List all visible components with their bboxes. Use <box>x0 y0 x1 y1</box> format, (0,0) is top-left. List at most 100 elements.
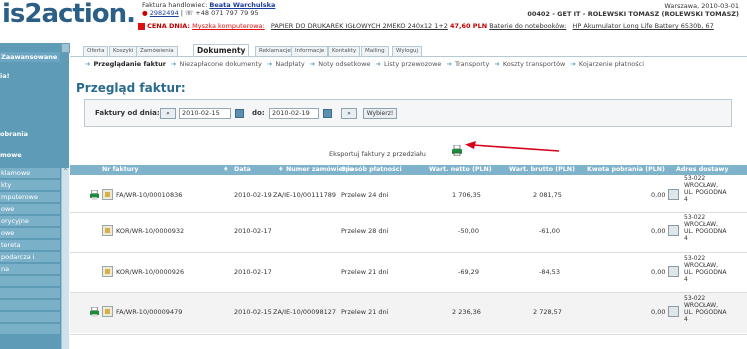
next-date-button[interactable]: » <box>341 108 357 119</box>
sidebar-item[interactable]: owe <box>0 204 60 214</box>
document-icon[interactable] <box>102 189 113 200</box>
tab-informacje[interactable]: Informacje <box>291 46 329 56</box>
seller-name-link[interactable]: Beata Warchulska <box>209 1 275 9</box>
export-label[interactable]: Eksportuj faktury z przedziału <box>329 150 426 158</box>
sidebar-advanced-link[interactable]: Zaawansowane « <box>0 52 60 62</box>
sidebar-blank <box>0 324 60 334</box>
col-data[interactable]: Data <box>234 165 251 175</box>
subnav-nadplaty[interactable]: Nadpłaty <box>275 60 304 68</box>
tab-kontakty[interactable]: Kontakty <box>328 46 361 56</box>
invoice-number[interactable]: FA/WR-10/00009479 <box>116 308 182 316</box>
promo-subject-link[interactable]: Myszka komputerowa: <box>192 22 265 30</box>
order-number: ZA/IE-10/00098127 <box>273 308 337 316</box>
cod-amount: 0,00 <box>651 191 666 199</box>
sidebar-item[interactable]: owe <box>0 228 60 238</box>
delivery-address: 53-022 WROCŁAW, UL. POGODNA 4 <box>684 214 727 242</box>
subnav-noty[interactable]: Noty odsetkowe <box>318 60 370 68</box>
address-icon[interactable] <box>668 306 679 317</box>
sidebar-item[interactable]: mputerowe <box>0 192 60 202</box>
sidebar-scrollbar[interactable]: ^ <box>61 168 69 349</box>
col-pobranie[interactable]: Kwota pobrania (PLN) <box>587 165 665 175</box>
net-value: -50,00 <box>458 227 479 235</box>
delivery-address: 53-022 WROCŁAW, UL. POGODNA 4 <box>684 295 727 323</box>
gross-value: -84,53 <box>539 268 560 276</box>
sidebar-item[interactable]: na <box>0 264 60 274</box>
promo-icon <box>138 22 145 30</box>
sidebar-item[interactable]: orycyjne <box>0 216 60 226</box>
printer-icon[interactable] <box>90 307 99 317</box>
subnav-transporty[interactable]: Transporty <box>455 60 489 68</box>
printer-icon[interactable] <box>452 145 462 156</box>
hp-battery-link[interactable]: HP Akumulator Long Life Battery 6530b, 6… <box>573 22 714 30</box>
date-to-input[interactable]: 2010-02-19 <box>269 108 319 119</box>
fax-icon: ☏ <box>185 9 194 17</box>
tab-divider <box>70 56 747 57</box>
sidebar-item[interactable]: klamowe <box>0 168 60 178</box>
document-icon[interactable] <box>102 225 113 236</box>
printer-icon[interactable] <box>90 190 99 200</box>
gross-value: 2 081,75 <box>533 191 562 199</box>
sidebar-collapse-button[interactable] <box>61 43 70 53</box>
separator: | <box>180 9 183 17</box>
seller-ids-link[interactable]: 2982494 <box>150 9 179 17</box>
tab-mailing[interactable]: Mailing <box>361 46 389 56</box>
table-row[interactable]: KOR/WR-10/0000926 2010-02-17 Przelew 21 … <box>70 253 747 291</box>
sort-icon[interactable]: ♦ <box>278 165 284 175</box>
to-label: do: <box>252 109 265 117</box>
table-row[interactable]: KOR/WR-10/0000932 2010-02-17 Przelew 28 … <box>70 213 747 251</box>
sidebar-item[interactable]: ia! <box>0 72 60 80</box>
subnav-koszty[interactable]: Koszty transportów <box>503 60 566 68</box>
invoice-number[interactable]: KOR/WR-10/0000932 <box>116 227 184 235</box>
address-icon[interactable] <box>668 189 679 200</box>
date-filter-panel: Faktury od dnia: « 2010-02-15 do: 2010-0… <box>84 99 732 127</box>
col-nr-faktury[interactable]: Nr faktury <box>102 165 138 175</box>
scroll-up-icon[interactable]: ^ <box>63 169 68 175</box>
promo-item-link[interactable]: PAPIER DO DRUKAREK IGŁOWYCH 2MEKO 240x12… <box>271 22 448 30</box>
submit-button[interactable]: Wybierz! <box>363 108 397 119</box>
payment-method: Przelew 21 dni <box>341 308 389 316</box>
tab-koszyki[interactable]: Koszyki <box>109 46 138 56</box>
tab-zamowienia[interactable]: Zamówienia <box>136 46 178 56</box>
tab-oferta[interactable]: Oferta <box>83 46 109 56</box>
col-sposob-platnosci[interactable]: Sposób płatności <box>341 165 402 175</box>
subnav-listy[interactable]: Listy przewozowe <box>384 60 441 68</box>
payment-method: Przelew 28 dni <box>341 227 389 235</box>
sidebar-item[interactable]: mowe <box>0 151 60 159</box>
sidebar-item[interactable]: obrania <box>0 130 60 138</box>
sidebar-item[interactable]: podarcza i <box>0 252 60 262</box>
invoice-date: 2010-02-17 <box>234 268 272 276</box>
col-adres[interactable]: Adres dostawy <box>676 165 728 175</box>
address-icon[interactable] <box>668 225 679 236</box>
sidebar-item[interactable]: kty <box>0 180 60 190</box>
calendar-icon[interactable] <box>235 109 244 118</box>
battery-link[interactable]: Baterie do notebooków: <box>489 22 566 30</box>
sort-icon[interactable]: ♦ <box>223 165 229 175</box>
seller-phone: +48 071 797 79 95 <box>195 9 259 17</box>
sidebar-item[interactable]: tereta <box>0 240 60 250</box>
invoice-date: 2010-02-17 <box>234 227 272 235</box>
document-icon[interactable] <box>102 306 113 317</box>
subnav: ➜ Przeglądanie faktur ➜ Niezapłacone dokum… <box>82 60 644 68</box>
delivery-address: 53-022 WROCŁAW, UL. POGODNA 4 <box>684 175 727 203</box>
table-row[interactable]: FA/WR-10/00010836 2010-02-19 ZA/IE-10/00… <box>70 175 747 210</box>
from-label: Faktury od dnia: <box>95 109 160 117</box>
net-value: 1 706,35 <box>452 191 481 199</box>
invoice-number[interactable]: FA/WR-10/00010836 <box>116 191 182 199</box>
tab-reklamacje[interactable]: Reklamacje <box>255 46 295 56</box>
col-netto[interactable]: Wart. netto (PLN) <box>429 165 492 175</box>
invoice-number[interactable]: KOR/WR-10/0000926 <box>116 268 184 276</box>
prev-date-button[interactable]: « <box>160 108 176 119</box>
site-logo[interactable]: is2action.pl <box>0 0 134 28</box>
col-brutto[interactable]: Wart. brutto (PLN) <box>509 165 575 175</box>
arrow-icon: ➜ <box>446 60 452 68</box>
subnav-kojarzenie[interactable]: Kojarzenie płatności <box>579 60 644 68</box>
address-icon[interactable] <box>668 266 679 277</box>
date-from-input[interactable]: 2010-02-15 <box>179 108 231 119</box>
tab-wyloguj[interactable]: Wyloguj <box>392 46 422 56</box>
arrow-icon: ➜ <box>171 60 177 68</box>
subnav-przegladanie-faktur[interactable]: Przeglądanie faktur <box>93 60 165 68</box>
subnav-niezaplacone[interactable]: Niezapłacone dokumenty <box>179 60 261 68</box>
table-row[interactable]: FA/WR-10/00009479 2010-02-15 ZA/IE-10/00… <box>70 293 747 333</box>
calendar-icon[interactable] <box>323 109 332 118</box>
document-icon[interactable] <box>102 266 113 277</box>
